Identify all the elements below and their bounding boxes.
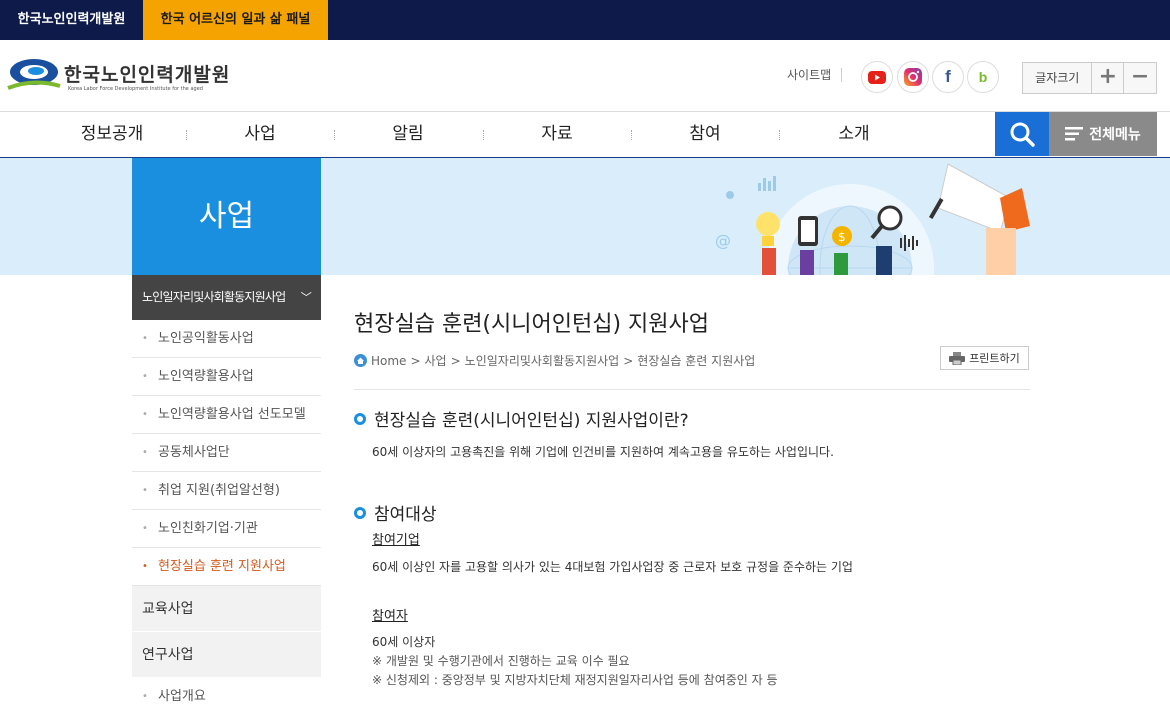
gnb-separator — [631, 130, 632, 140]
all-menu-label: 전체메뉴 — [1089, 127, 1141, 143]
top-bar: 한국노인인력개발원 한국 어르신의 일과 삶 패널 — [0, 0, 1170, 40]
svg-text:$: $ — [838, 230, 846, 244]
gnb-item-participate[interactable]: 참여 — [645, 112, 765, 156]
gnb-item-data[interactable]: 자료 — [497, 112, 617, 156]
section-heading-target: 참여대상 — [354, 500, 437, 525]
participant-text: 60세 이상자 — [372, 635, 436, 649]
section-heading-target-text: 참여대상 — [374, 505, 437, 525]
bullet-ring-icon — [354, 412, 366, 425]
lnb-cat-research[interactable]: 연구사업 — [132, 632, 321, 678]
lnb-item-internship[interactable]: 현장실습 훈련 지원사업 — [132, 548, 321, 586]
main-navigation: 정보공개 사업 알림 자료 참여 소개 전체메뉴 — [0, 112, 1170, 158]
sitemap-link[interactable]: 사이트맵 — [787, 68, 843, 82]
page-title: 현장실습 훈련(시니어인턴십) 지원사업 — [354, 312, 709, 337]
instagram-icon[interactable] — [897, 61, 929, 93]
breadcrumb: Home > 사업 > 노인일자리및사회활동지원사업 > 현장실습 훈련 지원사… — [354, 352, 755, 369]
gnb-separator — [483, 130, 484, 140]
breadcrumb-current: 현장실습 훈련 지원사업 — [637, 354, 756, 368]
home-icon — [354, 354, 367, 367]
svg-text:@: @ — [715, 231, 731, 250]
breadcrumb-business[interactable]: 사업 — [425, 352, 447, 369]
lnb-item-employment[interactable]: 취업 지원(취업알선형) — [132, 472, 321, 510]
sub-label-company: 참여기업 — [372, 533, 420, 548]
site-link-panel[interactable]: 한국 어르신의 일과 삶 패널 — [143, 0, 328, 40]
overview-text: 60세 이상자의 고용촉진을 위해 기업에 인건비를 지원하여 계속고용을 유도… — [372, 445, 834, 459]
lnb-item-capacity[interactable]: 노인역량활용사업 — [132, 358, 321, 396]
print-label: 프린트하기 — [969, 352, 1020, 365]
gnb-item-about[interactable]: 소개 — [794, 112, 914, 156]
font-size-control: 글자크기 + − — [1022, 62, 1157, 94]
note-education: ※ 개발원 및 수행기관에서 진행하는 교육 이수 필요 — [372, 654, 630, 668]
banner-illustration: $ @ — [715, 163, 1030, 275]
section-heading-overview: 현장실습 훈련(시니어인턴십) 지원사업이란? — [354, 406, 689, 431]
gnb-separator — [779, 130, 780, 140]
side-navigation: 노인일자리및사회활동지원사업 ﹀ 노인공익활동사업 노인역량활용사업 노인역량활… — [132, 275, 321, 716]
divider — [354, 389, 1030, 390]
section-heading-overview-text: 현장실습 훈련(시니어인턴십) 지원사업이란? — [374, 411, 689, 431]
all-menu-button[interactable]: 전체메뉴 — [1049, 112, 1157, 156]
bullet-ring-icon — [354, 506, 366, 519]
printer-icon — [949, 351, 966, 365]
section-title: 사업 — [132, 158, 321, 275]
gnb-item-info[interactable]: 정보공개 — [52, 112, 172, 156]
breadcrumb-senior-jobs[interactable]: 노인일자리및사회활동지원사업 — [465, 352, 620, 369]
logo-mark-icon — [7, 59, 61, 90]
lnb-cat-education[interactable]: 교육사업 — [132, 586, 321, 632]
breadcrumb-separator: > — [450, 353, 461, 368]
breadcrumb-separator: > — [410, 353, 421, 368]
gnb-separator — [334, 130, 335, 140]
logo[interactable]: 한국노인인력개발원 Korea Labor Force Development … — [6, 56, 236, 96]
font-size-plus-button[interactable]: + — [1092, 63, 1125, 93]
font-size-minus-button[interactable]: − — [1124, 63, 1156, 93]
blog-icon[interactable]: b — [967, 61, 999, 93]
logo-name: 한국노인인력개발원 — [64, 64, 231, 86]
gnb-separator — [186, 130, 187, 140]
font-size-label: 글자크기 — [1023, 63, 1093, 93]
hamburger-icon — [1065, 127, 1084, 141]
sub-label-participant: 참여자 — [372, 609, 408, 624]
logo-subtitle: Korea Labor Force Development Institute … — [68, 86, 203, 92]
youtube-icon[interactable] — [861, 61, 893, 93]
lnb-head-senior-jobs[interactable]: 노인일자리및사회활동지원사업 ﹀ — [132, 275, 321, 320]
breadcrumb-separator: > — [623, 353, 634, 368]
lnb-item-capacity-model[interactable]: 노인역량활용사업 선도모델 — [132, 396, 321, 434]
lnb-item-friendly-company[interactable]: 노인친화기업·기관 — [132, 510, 321, 548]
gnb-item-notice[interactable]: 알림 — [348, 112, 468, 156]
lnb-item-overview[interactable]: 사업개요 — [132, 678, 321, 716]
note-exclusion: ※ 신청제외 : 중앙정부 및 지방자치단체 재정지원일자리사업 등에 참여중인… — [372, 673, 778, 687]
lnb-item-public-activity[interactable]: 노인공익활동사업 — [132, 320, 321, 358]
breadcrumb-home[interactable]: Home — [371, 354, 406, 368]
gnb-item-business[interactable]: 사업 — [200, 112, 320, 156]
search-icon — [1010, 122, 1035, 147]
facebook-icon[interactable]: f — [932, 61, 964, 93]
lnb-item-community[interactable]: 공동체사업단 — [132, 434, 321, 472]
site-link-kordi[interactable]: 한국노인인력개발원 — [0, 0, 143, 40]
lnb-head-label: 노인일자리및사회활동지원사업 — [142, 290, 286, 304]
chevron-down-icon: ﹀ — [300, 291, 312, 304]
company-text: 60세 이상인 자를 고용할 의사가 있는 4대보험 가입사업장 중 근로자 보… — [372, 560, 853, 574]
print-button[interactable]: 프린트하기 — [940, 346, 1029, 370]
header: 한국노인인력개발원 Korea Labor Force Development … — [0, 40, 1170, 112]
search-button[interactable] — [995, 112, 1049, 156]
